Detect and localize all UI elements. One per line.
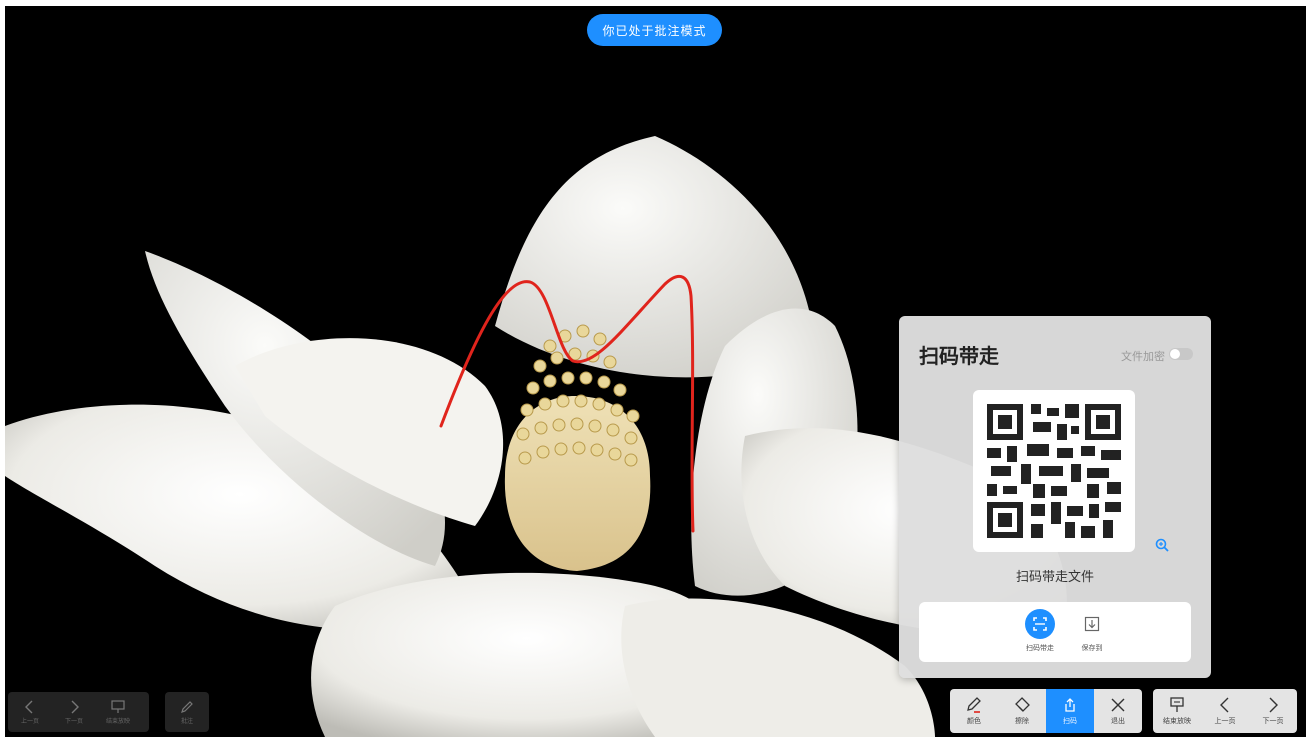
- pen-icon: [181, 700, 193, 713]
- eraser-button[interactable]: 擦除: [998, 689, 1046, 733]
- presentation-icon: [1170, 697, 1184, 712]
- left-end-show-label: 结束放映: [105, 717, 130, 725]
- prev-page-button[interactable]: 上一页: [1201, 689, 1249, 733]
- qr-code: [973, 390, 1135, 552]
- annotation-toolbar: 颜色 擦除 扫码 退出: [950, 689, 1142, 733]
- slide-stage: 你已处于批注模式 扫码带走 文件加密 扫码带走文件 扫码带走 保存到 上一页 下…: [5, 6, 1306, 737]
- next-page-label: 下一页: [1262, 717, 1284, 725]
- chevron-left-icon: [1220, 697, 1229, 713]
- slide-nav-toolbar: 结束放映 上一页 下一页: [1153, 689, 1297, 733]
- toggle-knob: [1170, 349, 1180, 359]
- color-pen-button[interactable]: 颜色: [950, 689, 998, 733]
- presentation-icon: [111, 699, 125, 713]
- pen-icon: [967, 697, 981, 713]
- left-end-show-button[interactable]: 结束放映: [96, 692, 140, 732]
- zoom-in-icon[interactable]: [1155, 538, 1169, 552]
- qr-caption: 扫码带走文件: [1015, 570, 1094, 585]
- close-icon: [1111, 698, 1125, 712]
- download-icon: [1077, 609, 1107, 639]
- left-prev-label: 上一页: [20, 717, 39, 725]
- left-nav-toolbar: 上一页 下一页 结束放映: [8, 692, 149, 732]
- qr-code-image: [987, 404, 1121, 538]
- exit-label: 退出: [1111, 717, 1125, 725]
- end-show-label: 结束放映: [1163, 717, 1191, 725]
- save-to-button[interactable]: 保存到: [1062, 609, 1122, 653]
- qr-action-bar: 扫码带走 保存到: [919, 602, 1191, 662]
- encrypt-toggle[interactable]: [1169, 348, 1193, 360]
- share-button[interactable]: 扫码: [1046, 689, 1094, 733]
- end-show-button[interactable]: 结束放映: [1153, 689, 1201, 733]
- left-next-button[interactable]: 下一页: [52, 692, 96, 732]
- scan-take-button[interactable]: 扫码带走: [1010, 609, 1070, 653]
- left-pen-button[interactable]: 批注: [165, 692, 209, 732]
- scan-qr-panel: 扫码带走 文件加密 扫码带走文件 扫码带走 保存到: [899, 316, 1211, 678]
- chevron-right-icon: [71, 700, 79, 713]
- scan-icon: [1025, 609, 1055, 639]
- chevron-left-icon: [25, 700, 33, 713]
- encrypt-label: 文件加密: [1121, 350, 1165, 363]
- prev-page-label: 上一页: [1214, 717, 1236, 725]
- eraser-icon: [1015, 697, 1030, 712]
- left-prev-button[interactable]: 上一页: [8, 692, 52, 732]
- scan-take-label: 扫码带走: [1026, 644, 1054, 652]
- next-page-button[interactable]: 下一页: [1249, 689, 1297, 733]
- chevron-right-icon: [1269, 697, 1278, 713]
- share-label: 扫码: [1063, 717, 1077, 725]
- color-label: 颜色: [967, 717, 981, 725]
- exit-button[interactable]: 退出: [1094, 689, 1142, 733]
- left-next-label: 下一页: [64, 717, 83, 725]
- left-pen-toolbar: 批注: [165, 692, 209, 732]
- eraser-label: 擦除: [1015, 717, 1029, 725]
- annotation-mode-banner: 你已处于批注模式: [587, 14, 722, 46]
- panel-title: 扫码带走: [919, 344, 999, 368]
- left-pen-label: 批注: [180, 717, 193, 725]
- share-icon: [1065, 698, 1075, 712]
- save-to-label: 保存到: [1081, 644, 1103, 652]
